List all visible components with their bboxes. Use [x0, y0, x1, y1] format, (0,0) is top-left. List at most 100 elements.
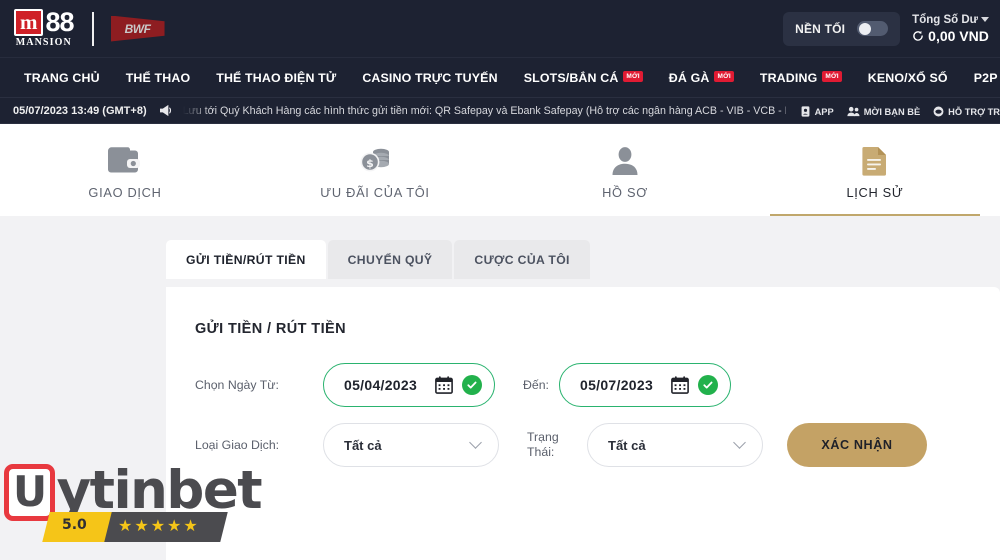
header-right-cluster: NỀN TỐI Tổng Số Dư 0,00 VND — [783, 0, 1000, 57]
sub-tab-label: GỬI TIỀN/RÚT TIỀN — [186, 253, 306, 267]
ticker-link-label: HỖ TRỢ TR — [948, 106, 1000, 117]
document-icon — [862, 147, 886, 176]
nav-item-the-thao[interactable]: THỂ THAO — [113, 58, 204, 98]
balance-widget[interactable]: Tổng Số Dư 0,00 VND — [912, 14, 989, 44]
balance-amount: 0,00 VND — [928, 27, 989, 44]
confirm-button-label: XÁC NHẬN — [821, 438, 893, 452]
megaphone-icon — [159, 104, 174, 117]
icon-tab-label: HỒ SƠ — [602, 185, 648, 200]
status-value: Tất cả — [608, 437, 646, 453]
friends-icon — [847, 106, 860, 117]
chevron-down-icon — [733, 436, 746, 449]
nav-item-trading[interactable]: TRADING MỚI — [747, 58, 855, 98]
date-from-value: 05/04/2023 — [344, 377, 418, 393]
date-from-input[interactable]: 05/04/2023 — [323, 363, 495, 407]
valid-check-icon — [462, 375, 482, 395]
icon-tab-label: LỊCH SỬ — [846, 185, 904, 200]
date-to-input[interactable]: 05/07/2023 — [558, 363, 731, 407]
nav-item-da-ga[interactable]: ĐÁ GÀ MỚI — [656, 58, 747, 98]
toggle-switch[interactable] — [857, 21, 889, 36]
support-icon — [933, 106, 944, 117]
sub-tab-label: CƯỢC CỦA TÔI — [474, 253, 570, 267]
ticker-link-label: APP — [814, 106, 834, 117]
app-icon — [801, 106, 809, 117]
nav-item-slots-ban-ca[interactable]: SLOTS/BẮN CÁ MỚI — [511, 58, 656, 98]
nav-label: ĐÁ GÀ — [668, 70, 710, 85]
dark-mode-label: NỀN TỐI — [795, 21, 846, 36]
icon-tab-giao-dich[interactable]: GIAO DỊCH — [0, 124, 250, 216]
valid-check-icon — [697, 375, 718, 395]
refresh-icon[interactable] — [912, 30, 924, 42]
wallet-icon — [108, 147, 140, 173]
transaction-type-label: Loại Giao Dịch: — [195, 437, 280, 452]
calendar-icon[interactable] — [435, 376, 453, 394]
account-section-tabs: GIAO DỊCH $ ƯU ĐÃI CỦA TÔI HỒ SƠ LỊCH SỬ — [0, 124, 1000, 216]
nav-item-p2p[interactable]: P2P MỚI — [961, 58, 1000, 98]
nav-label: TRANG CHỦ — [24, 70, 100, 85]
new-badge: MỚI — [623, 71, 643, 82]
m88-logo: m 88 MANSION — [14, 7, 75, 48]
type-status-row: Loại Giao Dịch: Tất cả Trạng Thái: Tất c… — [166, 423, 1000, 467]
history-sub-tabs: GỬI TIỀN/RÚT TIỀN CHUYỂN QUỸ CƯỢC CỦA TÔ… — [166, 240, 590, 279]
announcement-ticker: 05/07/2023 13:49 (GMT+8) Lưu tới Quý Khá… — [0, 97, 1000, 124]
ticker-quick-links: APP MỜI BẠN BÈ HỖ TRỢ TR — [785, 98, 1000, 123]
main-navigation: TRANG CHỦ THỂ THAO THỂ THAO ĐIỆN TỬ CASI… — [0, 57, 1000, 97]
logo-digits: 88 — [45, 7, 75, 37]
content-area: GỬI TIỀN/RÚT TIỀN CHUYỂN QUỸ CƯỢC CỦA TÔ… — [0, 216, 1000, 560]
ticker-link-invite-friends[interactable]: MỜI BẠN BÈ — [847, 106, 920, 117]
dark-mode-toggle[interactable]: NỀN TỐI — [783, 11, 901, 46]
nav-label: THỂ THAO — [125, 70, 191, 85]
sub-tab-label: CHUYỂN QUỸ — [347, 253, 433, 267]
icon-tab-label: ƯU ĐÃI CỦA TÔI — [320, 185, 430, 200]
ticker-timestamp: 05/07/2023 13:49 (GMT+8) — [13, 104, 147, 117]
chevron-down-icon — [981, 17, 989, 22]
ticker-link-app[interactable]: APP — [800, 106, 834, 117]
brand-divider — [91, 11, 94, 46]
ticker-link-label: MỜI BẠN BÈ — [863, 106, 921, 117]
ticker-message: Lưu tới Quý Khách Hàng các hình thức gửi… — [182, 104, 876, 117]
new-badge: MỚI — [714, 71, 734, 82]
page-root: m 88 MANSION BWF NỀN TỐI Tổng Số Dư 0,00… — [0, 0, 1000, 560]
date-from-label: Chọn Ngày Từ: — [195, 377, 279, 392]
brand-logo[interactable]: m 88 MANSION BWF — [14, 9, 165, 48]
logo-mark: m — [14, 9, 43, 36]
logo-subtitle: MANSION — [15, 37, 72, 48]
ticker-link-support[interactable]: HỖ TRỢ TR — [933, 106, 1000, 117]
top-header: m 88 MANSION BWF NỀN TỐI Tổng Số Dư 0,00… — [0, 0, 1000, 57]
bwf-partner-logo: BWF — [110, 15, 165, 42]
tab-chuyen-quy[interactable]: CHUYỂN QUỸ — [327, 240, 453, 279]
confirm-button[interactable]: XÁC NHẬN — [787, 423, 927, 467]
date-to-label: Đến: — [523, 378, 549, 392]
new-badge: MỚI — [822, 71, 842, 82]
tab-cuoc-cua-toi[interactable]: CƯỢC CỦA TÔI — [454, 240, 590, 279]
nav-item-casino-truc-tuyen[interactable]: CASINO TRỰC TUYẾN — [349, 58, 510, 98]
panel-title: GỬI TIỀN / RÚT TIỀN — [195, 321, 346, 337]
balance-label: Tổng Số Dư — [912, 13, 978, 26]
icon-tab-label: GIAO DỊCH — [88, 185, 162, 200]
nav-item-keno-xo-so[interactable]: KENO/XỔ SỐ — [855, 58, 961, 98]
profile-icon — [612, 147, 638, 175]
date-filter-row: Chọn Ngày Từ: 05/04/2023 Đến: 05/07/2023 — [166, 363, 1000, 407]
nav-label: THỂ THAO ĐIỆN TỬ — [216, 70, 337, 85]
icon-tab-ho-so[interactable]: HỒ SƠ — [500, 124, 750, 216]
bwf-label: BWF — [124, 21, 151, 36]
nav-item-the-thao-dien-tu[interactable]: THỂ THAO ĐIỆN TỬ — [203, 58, 349, 98]
nav-label: KENO/XỔ SỐ — [867, 70, 948, 85]
nav-item-trang-chu[interactable]: TRANG CHỦ — [11, 58, 113, 98]
svg-text:$: $ — [366, 157, 374, 170]
transaction-type-value: Tất cả — [344, 437, 382, 453]
calendar-icon[interactable] — [671, 376, 689, 394]
date-to-value: 05/07/2023 — [579, 377, 654, 393]
status-select[interactable]: Tất cả — [587, 423, 763, 467]
chevron-down-icon — [469, 436, 482, 449]
icon-tab-lich-su[interactable]: LỊCH SỬ — [750, 124, 1000, 216]
coins-icon: $ — [360, 148, 389, 172]
nav-label: CASINO TRỰC TUYẾN — [362, 70, 498, 85]
filter-panel: GỬI TIỀN / RÚT TIỀN Chọn Ngày Từ: 05/04/… — [166, 287, 1000, 560]
nav-label: TRADING — [759, 70, 818, 85]
tab-gui-tien-rut-tien[interactable]: GỬI TIỀN/RÚT TIỀN — [166, 240, 326, 279]
status-label: Trạng Thái: — [527, 430, 559, 459]
icon-tab-uu-dai-cua-toi[interactable]: $ ƯU ĐÃI CỦA TÔI — [250, 124, 500, 216]
transaction-type-select[interactable]: Tất cả — [323, 423, 499, 467]
nav-label: SLOTS/BẮN CÁ — [523, 70, 619, 85]
